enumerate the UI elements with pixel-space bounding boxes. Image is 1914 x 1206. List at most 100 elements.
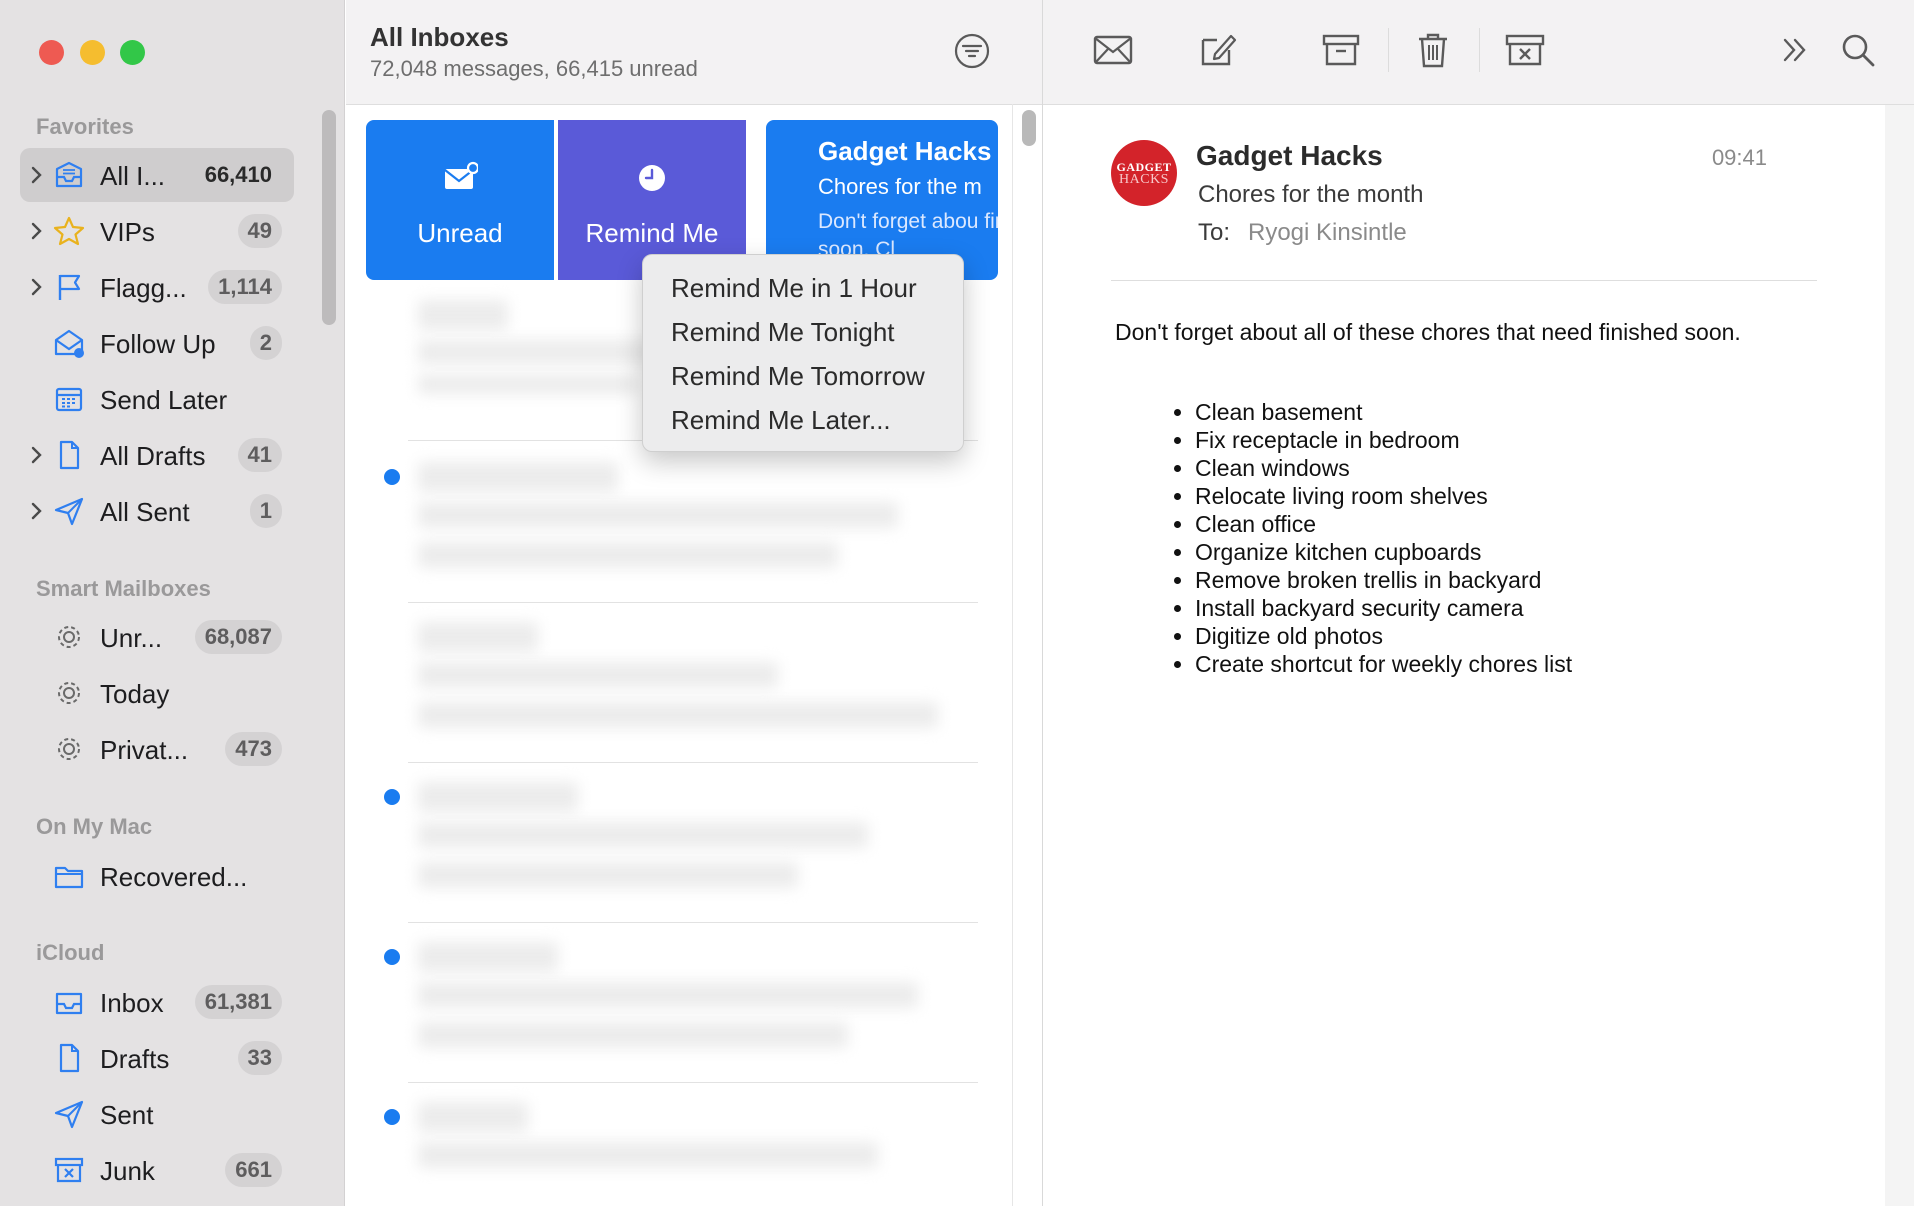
- chore-item: Relocate living room shelves: [1195, 482, 1572, 510]
- clock-icon: [639, 165, 665, 191]
- preview-subject: Chores for the m: [818, 174, 982, 199]
- header-divider: [1111, 280, 1817, 281]
- sidebar-item-inbox[interactable]: Inbox 61,381: [20, 975, 294, 1029]
- chevron-right-icon[interactable]: [28, 275, 46, 299]
- unread-count-badge: 61,381: [194, 985, 282, 1019]
- get-mail-icon[interactable]: [1091, 30, 1135, 70]
- calendar-icon: [55, 387, 83, 412]
- unread-count-badge: 661: [225, 1153, 282, 1187]
- star-icon: [53, 216, 85, 246]
- message-time: 09:41: [1711, 145, 1767, 170]
- sidebar-item-all-inboxes[interactable]: All I... 66,410: [20, 148, 294, 202]
- menu-item-remind-later[interactable]: Remind Me Later...: [671, 405, 891, 436]
- more-chevrons-icon[interactable]: [1773, 30, 1817, 70]
- sidebar-item-follow-up[interactable]: Follow Up 2: [20, 316, 294, 370]
- avatar-logo-text: HACKS: [1119, 172, 1169, 187]
- remind-me-menu: Remind Me in 1 Hour Remind Me Tonight Re…: [642, 254, 964, 452]
- gear-icon: [58, 626, 80, 648]
- sidebar-item-junk[interactable]: Junk 661: [20, 1143, 294, 1197]
- sidebar-item-today[interactable]: Today: [20, 666, 294, 720]
- mailbox-summary: 72,048 messages, 66,415 unread: [370, 56, 698, 81]
- sidebar-item-all-sent[interactable]: All Sent 1: [20, 484, 294, 538]
- sidebar-item-label: Junk: [100, 1156, 155, 1186]
- follow-up-envelope-icon: [54, 329, 84, 358]
- unread-dot: [384, 789, 400, 805]
- message-list-pane: All Inboxes 72,048 messages, 66,415 unre…: [346, 0, 1043, 1206]
- chore-item: Clean basement: [1195, 398, 1572, 426]
- chevron-right-icon[interactable]: [28, 499, 46, 523]
- reader-scroll-gutter: [1885, 105, 1914, 1206]
- unread-count-badge: 66,410: [204, 162, 272, 187]
- sidebar-item-label: Today: [100, 679, 170, 709]
- filter-icon[interactable]: [954, 33, 990, 69]
- trash-icon[interactable]: [1411, 30, 1455, 70]
- section-on-my-mac: On My Mac: [36, 814, 153, 839]
- sidebar-item-label: Recovered...: [100, 862, 248, 892]
- chevron-right-icon[interactable]: [28, 443, 46, 467]
- chevron-right-icon[interactable]: [28, 163, 46, 187]
- menu-item-remind-1-hour[interactable]: Remind Me in 1 Hour: [671, 273, 917, 304]
- chore-item: Create shortcut for weekly chores list: [1195, 650, 1572, 678]
- sidebar-item-recovered[interactable]: Recovered...: [20, 849, 294, 903]
- menu-item-remind-tonight[interactable]: Remind Me Tonight: [671, 317, 895, 348]
- sidebar: Favorites All I... 66,410 VIPs 49 Flagg.…: [0, 0, 345, 1206]
- swipe-unread-label: Unread: [417, 218, 503, 248]
- sidebar-item-sent[interactable]: Sent: [20, 1087, 294, 1141]
- chore-item: Install backyard security camera: [1195, 594, 1572, 622]
- chore-item: Organize kitchen cupboards: [1195, 538, 1572, 566]
- menu-item-remind-tomorrow[interactable]: Remind Me Tomorrow: [671, 361, 925, 392]
- list-item[interactable]: [408, 612, 978, 763]
- list-item[interactable]: [408, 772, 978, 923]
- swipe-remind-label: Remind Me: [585, 218, 719, 248]
- inbox-tray-icon: [55, 161, 83, 188]
- sidebar-item-send-later[interactable]: Send Later: [20, 372, 294, 426]
- mark-unread-swipe-button[interactable]: Unread: [366, 120, 554, 280]
- sidebar-scrollbar[interactable]: [322, 110, 336, 325]
- envelope-badge-icon: [444, 161, 478, 189]
- unread-count-badge: 68,087: [194, 620, 282, 654]
- list-item[interactable]: [408, 932, 978, 1083]
- folder-icon: [54, 866, 84, 889]
- unread-count-badge: 49: [237, 214, 282, 248]
- sidebar-item-label: Inbox: [100, 988, 164, 1018]
- message-reader: GADGET HACKS Gadget Hacks 09:41 Chores f…: [1043, 105, 1886, 1206]
- sidebar-item-label: All I...: [100, 161, 166, 191]
- sidebar-item-label: Follow Up: [100, 329, 216, 359]
- zoom-window-button[interactable]: [120, 40, 145, 65]
- chore-item: Clean windows: [1195, 454, 1572, 482]
- compose-icon[interactable]: [1197, 30, 1241, 70]
- list-item[interactable]: [408, 452, 978, 603]
- sidebar-item-unread[interactable]: Unr... 68,087: [20, 610, 294, 664]
- sidebar-item-drafts[interactable]: Drafts 33: [20, 1031, 294, 1085]
- toolbar-separator: [1479, 28, 1480, 72]
- flag-icon: [58, 274, 81, 300]
- list-item[interactable]: [408, 1092, 978, 1206]
- search-icon[interactable]: [1837, 30, 1881, 70]
- preview-sender: Gadget Hacks: [818, 136, 992, 166]
- list-scrollbar[interactable]: [1022, 110, 1036, 146]
- sidebar-item-label: Sent: [100, 1100, 154, 1130]
- minimize-window-button[interactable]: [80, 40, 105, 65]
- sender-name[interactable]: Gadget Hacks: [1196, 140, 1383, 172]
- sidebar-item-vips[interactable]: VIPs 49: [20, 204, 294, 258]
- mailbox-title: All Inboxes: [370, 22, 509, 52]
- message-subject: Chores for the month: [1198, 181, 1424, 208]
- close-window-button[interactable]: [39, 40, 64, 65]
- sidebar-item-flagged[interactable]: Flagg... 1,114: [20, 260, 294, 314]
- paper-plane-icon: [54, 497, 84, 526]
- sidebar-item-private[interactable]: Privat... 473: [20, 722, 294, 776]
- chore-item: Remove broken trellis in backyard: [1195, 566, 1572, 594]
- sidebar-item-all-drafts[interactable]: All Drafts 41: [20, 428, 294, 482]
- message-body-text: Don't forget about all of these chores t…: [1115, 319, 1741, 345]
- sender-avatar: GADGET HACKS: [1111, 140, 1177, 206]
- archive-icon[interactable]: [1319, 30, 1363, 70]
- gear-icon: [58, 682, 80, 704]
- recipient-name[interactable]: Ryogi Kinsintle: [1248, 219, 1407, 247]
- chevron-right-icon[interactable]: [28, 219, 46, 243]
- sidebar-item-label: Flagg...: [100, 273, 187, 303]
- junk-icon[interactable]: [1503, 30, 1547, 70]
- message-list-header: All Inboxes 72,048 messages, 66,415 unre…: [346, 0, 1042, 105]
- unread-dot: [384, 469, 400, 485]
- sidebar-item-label: All Sent: [100, 497, 190, 527]
- unread-count-badge: 1,114: [208, 270, 282, 304]
